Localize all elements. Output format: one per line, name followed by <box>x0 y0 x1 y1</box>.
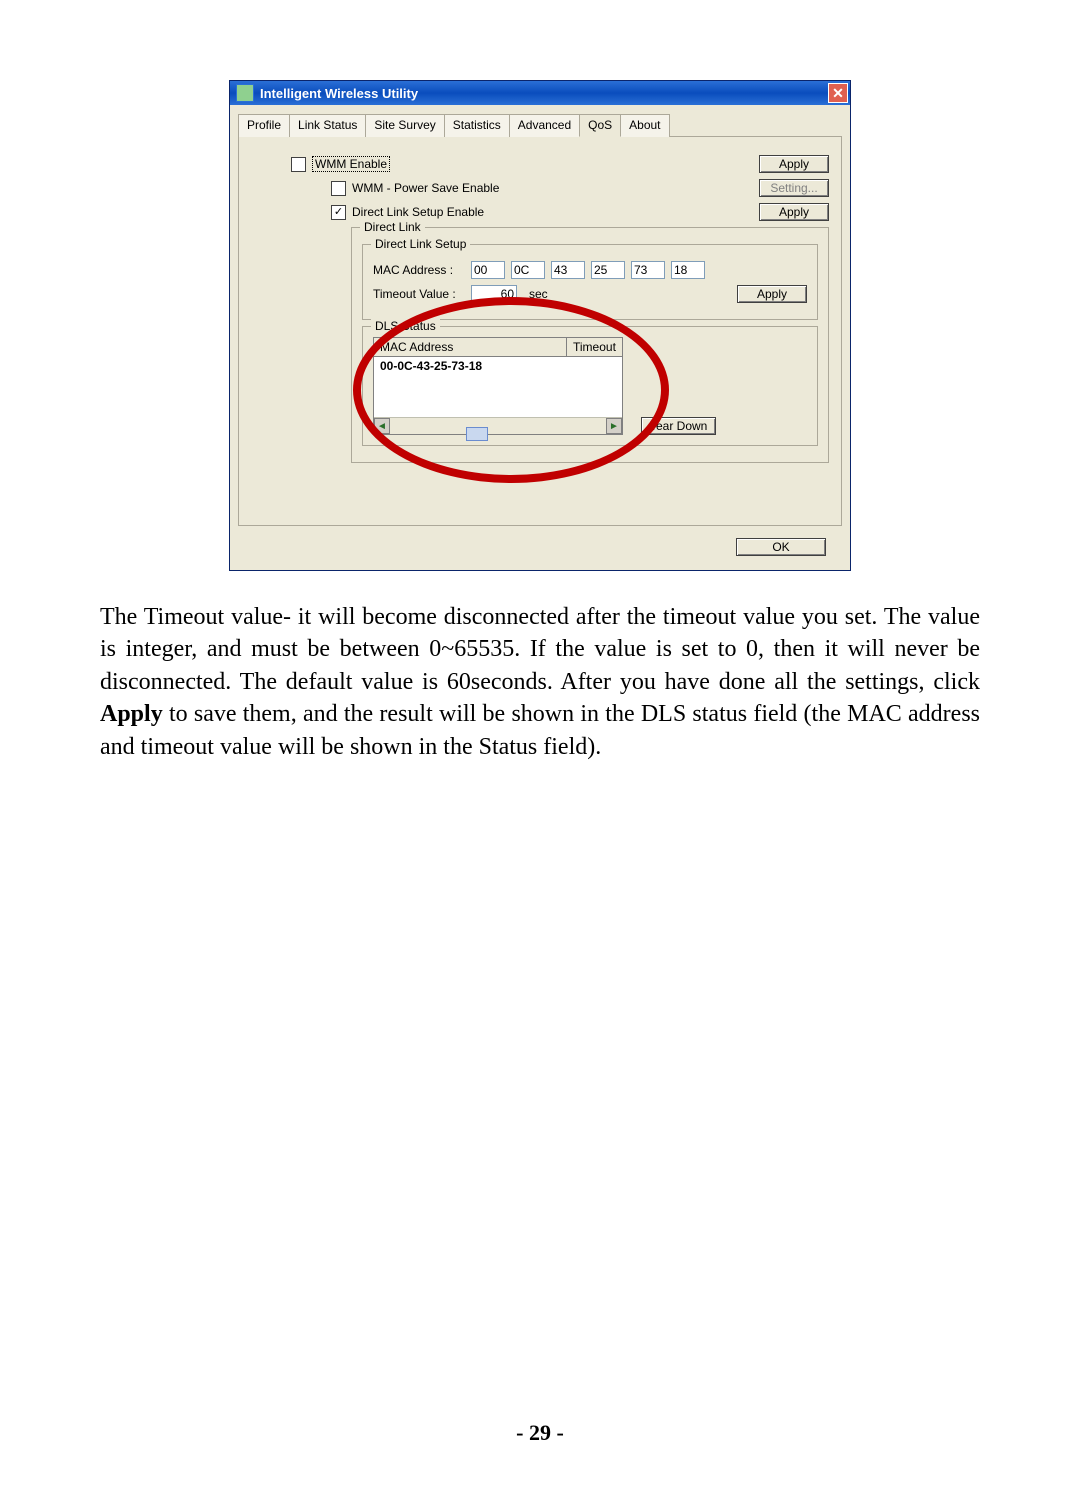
direct-link-legend: Direct Link <box>360 220 425 234</box>
client-area: Profile Link Status Site Survey Statisti… <box>230 105 850 570</box>
dls-scrollbar[interactable]: ◄ ► <box>374 417 622 434</box>
paragraph-text-2: to save them, and the result will be sho… <box>100 701 980 759</box>
mac-octet-3[interactable] <box>551 261 585 279</box>
explanation-paragraph: The Timeout value- it will become discon… <box>100 601 980 763</box>
tab-strip: Profile Link Status Site Survey Statisti… <box>238 113 842 137</box>
document-page: Intelligent Wireless Utility ✕ Profile L… <box>0 0 1080 1486</box>
mac-octet-5[interactable] <box>631 261 665 279</box>
dls-entry[interactable]: 00-0C-43-25-73-18 <box>374 357 622 417</box>
tear-down-button[interactable]: Tear Down <box>641 417 716 435</box>
apply-button-dls-setup[interactable]: Apply <box>737 285 807 303</box>
dls-status-table[interactable]: MAC Address Timeout 00-0C-43-25-73-18 ◄ <box>373 337 623 435</box>
ok-button[interactable]: OK <box>736 538 826 556</box>
dialog-window: Intelligent Wireless Utility ✕ Profile L… <box>229 80 851 571</box>
dls-status-group: DLS Status MAC Address Timeout 00-0C-43-… <box>362 326 818 446</box>
direct-link-group: Direct Link Direct Link Setup MAC Addres… <box>351 227 829 463</box>
paragraph-text-1: The Timeout value- it will become discon… <box>100 604 980 695</box>
mac-octet-2[interactable] <box>511 261 545 279</box>
close-icon[interactable]: ✕ <box>828 83 848 103</box>
tab-statistics[interactable]: Statistics <box>444 114 510 137</box>
scroll-right-icon[interactable]: ► <box>606 418 622 434</box>
tab-site-survey[interactable]: Site Survey <box>365 114 444 137</box>
timeout-value-label: Timeout Value : <box>373 287 465 301</box>
mac-address-label: MAC Address : <box>373 263 465 277</box>
dls-header-timeout: Timeout <box>567 338 622 356</box>
wmm-ps-label: WMM - Power Save Enable <box>352 181 499 195</box>
page-number: - 29 - <box>0 1420 1080 1446</box>
dls-status-legend: DLS Status <box>371 319 440 333</box>
timeout-value-row: Timeout Value : sec Apply <box>373 285 807 303</box>
timeout-unit: sec <box>529 287 548 301</box>
scroll-left-icon[interactable]: ◄ <box>374 418 390 434</box>
direct-link-setup-group: Direct Link Setup MAC Address : <box>362 244 818 320</box>
tab-profile[interactable]: Profile <box>238 114 290 137</box>
dls-enable-label: Direct Link Setup Enable <box>352 205 484 219</box>
dls-header-mac: MAC Address <box>374 338 567 356</box>
ok-row: OK <box>238 526 842 562</box>
tab-about[interactable]: About <box>620 114 669 137</box>
mac-octet-6[interactable] <box>671 261 705 279</box>
dls-enable-checkbox[interactable] <box>331 205 346 220</box>
wmm-ps-row: WMM - Power Save Enable Setting... <box>251 179 829 197</box>
wmm-enable-checkbox[interactable] <box>291 157 306 172</box>
apply-button-wmm[interactable]: Apply <box>759 155 829 173</box>
dls-enable-row: Direct Link Setup Enable Apply <box>251 203 829 221</box>
dls-table-header: MAC Address Timeout <box>374 338 622 357</box>
scroll-thumb[interactable] <box>466 427 488 441</box>
tab-qos[interactable]: QoS <box>579 114 621 137</box>
window-title: Intelligent Wireless Utility <box>260 86 418 101</box>
mac-address-row: MAC Address : <box>373 261 807 279</box>
direct-link-setup-legend: Direct Link Setup <box>371 237 470 251</box>
apply-button-dls-enable[interactable]: Apply <box>759 203 829 221</box>
tab-body-qos: WMM Enable Apply WMM - Power Save Enable… <box>238 137 842 526</box>
titlebar: Intelligent Wireless Utility ✕ <box>230 81 850 105</box>
wmm-enable-label: WMM Enable <box>312 156 390 172</box>
tab-link-status[interactable]: Link Status <box>289 114 366 137</box>
wmm-enable-row: WMM Enable Apply <box>251 155 829 173</box>
tab-advanced[interactable]: Advanced <box>509 114 580 137</box>
mac-octet-4[interactable] <box>591 261 625 279</box>
wmm-ps-checkbox[interactable] <box>331 181 346 196</box>
timeout-value-input[interactable] <box>471 285 517 303</box>
paragraph-bold-apply: Apply <box>100 701 163 727</box>
app-icon <box>236 84 254 102</box>
setting-button: Setting... <box>759 179 829 197</box>
mac-octet-1[interactable] <box>471 261 505 279</box>
